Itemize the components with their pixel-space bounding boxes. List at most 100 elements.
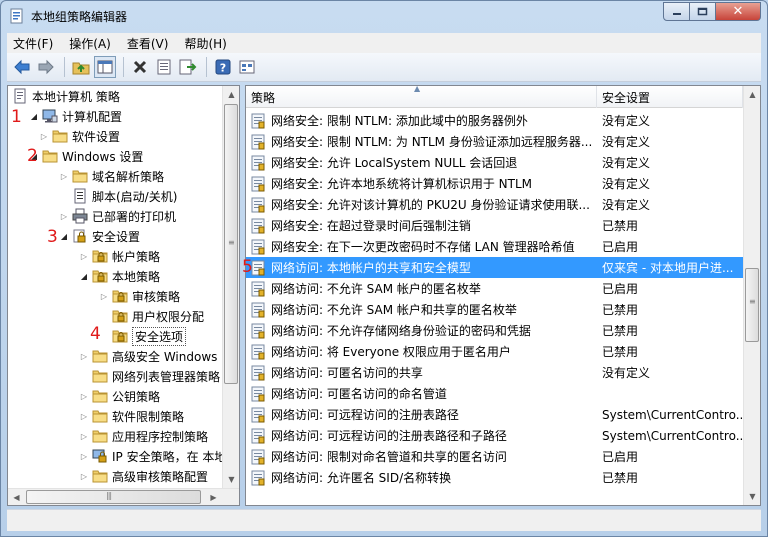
tree-item[interactable]: 本地计算机 策略 — [10, 86, 120, 106]
back-button[interactable] — [11, 56, 33, 78]
tree-item-label: 计算机配置 — [62, 109, 123, 124]
show-hide-tree-button[interactable] — [94, 56, 116, 78]
tree-item[interactable]: 安全选项 — [98, 326, 187, 346]
maximize-button[interactable] — [690, 2, 716, 21]
table-row[interactable]: 网络安全: 允许本地系统将计算机标识用于 NTLM 没有定义 — [246, 173, 743, 194]
policy-item-icon — [250, 344, 266, 360]
tree-item[interactable]: ◢ Windows 设置 — [28, 146, 143, 166]
tree-item-label: 脚本(启动/关机) — [92, 189, 178, 204]
expand-arrow-icon[interactable]: ▷ — [78, 392, 90, 401]
list-vertical-scrollbar[interactable]: ▲ ≡ ▼ — [743, 86, 760, 505]
properties-button[interactable] — [153, 56, 175, 78]
collapse-arrow-icon[interactable]: ◢ — [28, 112, 40, 121]
table-row[interactable]: 网络访问: 允许匿名 SID/名称转换 已禁用 — [246, 467, 743, 488]
table-row[interactable]: 网络安全: 限制 NTLM: 为 NTLM 身份验证添加远程服务器... 没有定义 — [246, 131, 743, 152]
expand-arrow-icon[interactable]: ▷ — [98, 292, 110, 301]
tree-item-label: 软件限制策略 — [112, 409, 185, 424]
table-row[interactable]: 网络访问: 可远程访问的注册表路径 System\CurrentContro... — [246, 404, 743, 425]
expand-arrow-icon[interactable]: ▷ — [78, 412, 90, 421]
view-button[interactable] — [236, 56, 258, 78]
printer-icon — [72, 208, 88, 224]
tree-item[interactable]: ▷ 已部署的打印机 — [58, 206, 176, 226]
tree-item-label: 审核策略 — [132, 289, 181, 304]
folder-icon — [92, 408, 108, 424]
policy-item-icon — [250, 239, 266, 255]
show-hide-tree-icon — [97, 60, 113, 74]
table-row[interactable]: 网络访问: 不允许存储网络身份验证的密码和凭据 已禁用 — [246, 320, 743, 341]
tree-item[interactable]: 网络列表管理器策略 — [78, 366, 220, 386]
expand-arrow-icon[interactable]: ▷ — [78, 472, 90, 481]
scroll-up-icon[interactable]: ▲ — [744, 86, 760, 103]
table-row[interactable]: 网络访问: 将 Everyone 权限应用于匿名用户 已禁用 — [246, 341, 743, 362]
table-row[interactable]: 网络安全: 允许 LocalSystem NULL 会话回退 没有定义 — [246, 152, 743, 173]
scroll-left-icon[interactable]: ◀ — [8, 489, 25, 505]
collapse-arrow-icon[interactable]: ◢ — [58, 232, 70, 241]
table-row[interactable]: 网络安全: 限制 NTLM: 添加此域中的服务器例外 没有定义 — [246, 110, 743, 131]
expand-arrow-icon[interactable]: ▷ — [78, 452, 90, 461]
tree-item-label: 高级审核策略配置 — [112, 469, 209, 484]
column-header-policy[interactable]: 策略 ▲ — [246, 86, 597, 108]
table-row[interactable]: 网络访问: 可匿名访问的命名管道 — [246, 383, 743, 404]
setting-cell: 没有定义 — [602, 198, 651, 212]
policy-item-icon — [250, 302, 266, 318]
tree-item-label: 软件设置 — [72, 129, 121, 144]
expand-arrow-icon[interactable]: ▷ — [78, 352, 90, 361]
tree-item[interactable]: ▷ 帐户策略 — [78, 246, 160, 266]
expand-arrow-icon[interactable]: ▷ — [58, 172, 70, 181]
close-button[interactable]: ✕ — [716, 2, 761, 21]
expand-arrow-icon[interactable]: ▷ — [78, 252, 90, 261]
menu-view[interactable]: 查看(V) — [127, 35, 169, 52]
forward-button[interactable] — [35, 56, 57, 78]
tree-item[interactable]: 脚本(启动/关机) — [58, 186, 177, 206]
tree-item[interactable]: ▷ 软件限制策略 — [78, 406, 184, 426]
tree-horizontal-scrollbar[interactable]: ◀ ||| ▶ — [8, 488, 239, 505]
expand-arrow-icon[interactable]: ▷ — [78, 432, 90, 441]
scroll-down-icon[interactable]: ▼ — [744, 488, 760, 505]
scroll-up-icon[interactable]: ▲ — [223, 86, 239, 103]
tree-item[interactable]: ▷ 域名解析策略 — [58, 166, 164, 186]
policy-item-icon — [250, 386, 266, 402]
delete-button[interactable] — [129, 56, 151, 78]
tree-item[interactable]: ▷ 高级审核策略配置 — [78, 466, 208, 486]
tree-item-label: 应用程序控制策略 — [112, 429, 209, 444]
forward-icon — [38, 59, 54, 75]
tree-item[interactable]: ◢ 本地策略 — [78, 266, 160, 286]
table-row[interactable]: 网络访问: 不允许 SAM 帐户的匿名枚举 已启用 — [246, 278, 743, 299]
tree-item[interactable]: ◢ 安全设置 — [58, 226, 140, 246]
tree-item[interactable]: 用户权限分配 — [98, 306, 204, 326]
tree-item[interactable]: ▷ 高级安全 Windows l — [78, 346, 225, 366]
tree-item[interactable]: ◢ 计算机配置 — [28, 106, 122, 126]
up-folder-button[interactable] — [70, 56, 92, 78]
security-folder-icon — [92, 248, 108, 264]
table-row[interactable]: 网络访问: 可远程访问的注册表路径和子路径 System\CurrentContr… — [246, 425, 743, 446]
setting-cell: 已禁用 — [602, 324, 639, 338]
tree-vertical-scrollbar[interactable]: ▲ ≡ ▼ — [222, 86, 239, 488]
collapse-arrow-icon[interactable]: ◢ — [78, 272, 90, 281]
tree-item[interactable]: ▷ 软件设置 — [38, 126, 120, 146]
tree-item[interactable]: ▷ 应用程序控制策略 — [78, 426, 208, 446]
table-row[interactable]: 网络安全: 在下一次更改密码时不存储 LAN 管理器哈希值 已启用 — [246, 236, 743, 257]
tree-hscroll-thumb[interactable] — [26, 490, 201, 504]
table-row[interactable]: 网络访问: 不允许 SAM 帐户和共享的匿名枚举 已禁用 — [246, 299, 743, 320]
menu-file[interactable]: 文件(F) — [13, 35, 53, 52]
tree-item[interactable]: ▷ 公钥策略 — [78, 386, 160, 406]
scroll-down-icon[interactable]: ▼ — [223, 471, 239, 488]
expand-arrow-icon[interactable]: ▷ — [58, 212, 70, 221]
expand-arrow-icon[interactable]: ▷ — [38, 132, 50, 141]
menu-action[interactable]: 操作(A) — [69, 35, 111, 52]
tree-item[interactable]: ▷ IP 安全策略，在 本地 — [78, 446, 226, 466]
status-bar — [7, 509, 761, 531]
table-row[interactable]: 网络访问: 限制对命名管道和共享的匿名访问 已启用 — [246, 446, 743, 467]
table-row[interactable]: 网络访问: 本地帐户的共享和安全模型 仅来宾 - 对本地用户进... — [246, 257, 743, 278]
help-button[interactable]: ? — [212, 56, 234, 78]
menu-bar: 文件(F) 操作(A) 查看(V) 帮助(H) — [7, 33, 761, 53]
column-header-setting[interactable]: 安全设置 — [597, 86, 743, 108]
tree-item[interactable]: ▷ 审核策略 — [98, 286, 180, 306]
table-row[interactable]: 网络安全: 允许对该计算机的 PKU2U 身份验证请求使用联... 没有定义 — [246, 194, 743, 215]
menu-help[interactable]: 帮助(H) — [184, 35, 226, 52]
table-row[interactable]: 网络安全: 在超过登录时间后强制注销 已禁用 — [246, 215, 743, 236]
minimize-button[interactable] — [663, 2, 690, 21]
scroll-right-icon[interactable]: ▶ — [205, 489, 222, 505]
table-row[interactable]: 网络访问: 可匿名访问的共享 没有定义 — [246, 362, 743, 383]
export-button[interactable] — [177, 56, 199, 78]
